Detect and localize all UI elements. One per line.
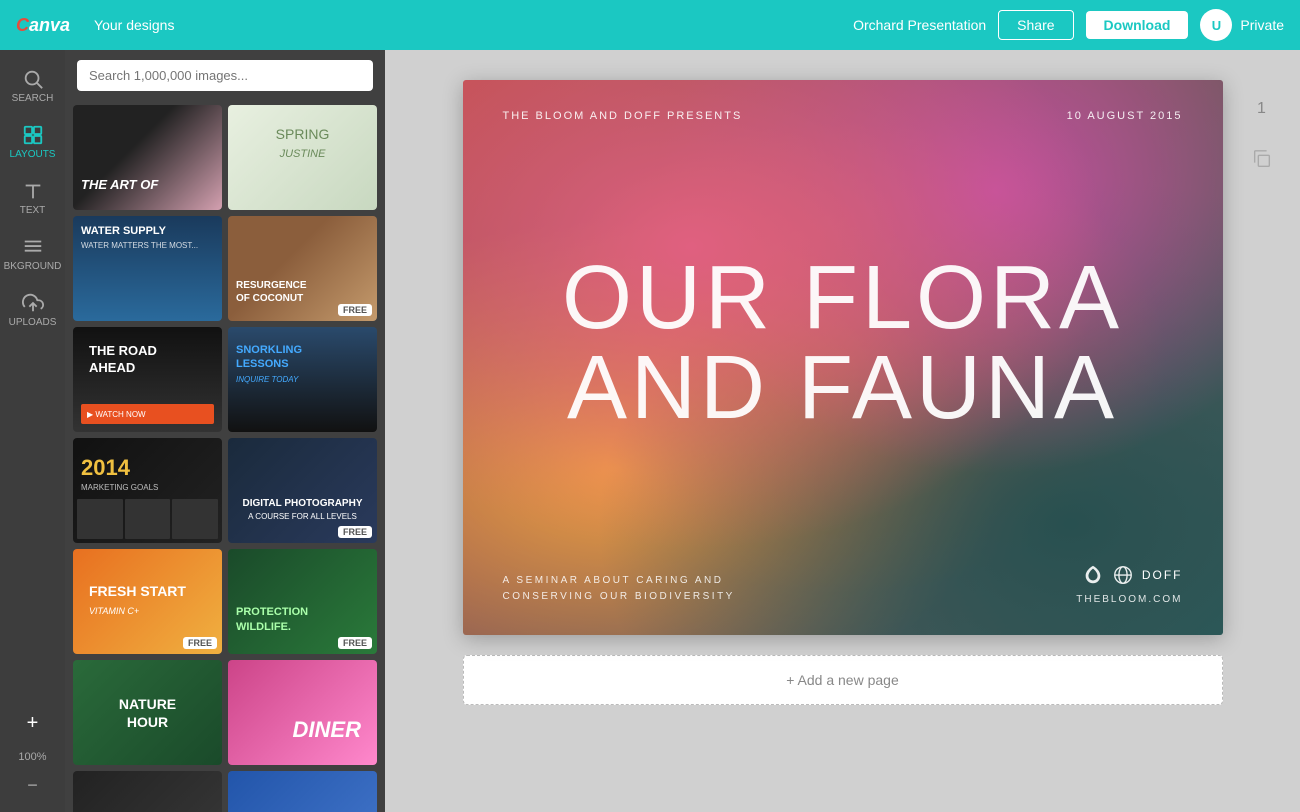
template-item[interactable]: BUSINESS bbox=[73, 771, 222, 812]
template-item[interactable]: 2014 MARKETING GOALS bbox=[73, 438, 222, 543]
icon-sidebar: SEARCH LAYOUTS TEXT BKGROUND bbox=[0, 50, 65, 812]
template-item[interactable]: NATUREHOUR bbox=[73, 660, 222, 765]
slide-right-panel: 1 bbox=[1251, 80, 1273, 175]
slide-subtitle: A SEMINAR ABOUT CARING AND CONSERVING OU… bbox=[503, 573, 735, 605]
template-item[interactable]: SNORKLINGLESSONSinquire today bbox=[228, 327, 377, 432]
template-item[interactable]: Diner bbox=[228, 660, 377, 765]
sidebar-item-uploads[interactable]: UPLOADS bbox=[0, 282, 65, 338]
zoom-minus-button[interactable]: − bbox=[27, 767, 38, 804]
your-designs-link[interactable]: Your designs bbox=[94, 17, 174, 33]
slide-container: THE BLOOM AND DOFF PRESENTS 10 AUGUST 20… bbox=[463, 80, 1223, 635]
zoom-level[interactable]: 100% bbox=[18, 747, 46, 767]
template-item[interactable]: THE ROADAHEAD ▶ WATCH NOW bbox=[73, 327, 222, 432]
download-button[interactable]: Download bbox=[1086, 11, 1189, 39]
slide[interactable]: THE BLOOM AND DOFF PRESENTS 10 AUGUST 20… bbox=[463, 80, 1223, 635]
template-item[interactable]: DIGITAL PHOTOGRAPHYA COURSE FOR ALL LEVE… bbox=[228, 438, 377, 543]
template-item[interactable]: NEW YORK bbox=[228, 771, 377, 812]
zoom-add-button[interactable]: + bbox=[0, 704, 65, 743]
main-content: SEARCH LAYOUTS TEXT BKGROUND bbox=[0, 50, 1300, 812]
sidebar-item-layouts[interactable]: LAYOUTS bbox=[0, 114, 65, 170]
canva-logo: Canva bbox=[16, 15, 70, 36]
topnav: Canva Your designs Orchard Presentation … bbox=[0, 0, 1300, 50]
templates-grid: The Art of SPRINGjustine WATER SUPPLYWat… bbox=[65, 101, 385, 812]
template-item[interactable]: The Art of bbox=[73, 105, 222, 210]
slide-date: 10 AUGUST 2015 bbox=[1067, 110, 1183, 122]
topnav-right: Orchard Presentation Share Download U Pr… bbox=[853, 9, 1284, 41]
template-item[interactable]: PROTECTIONWILDLIFE. FREE bbox=[228, 549, 377, 654]
globe-icon bbox=[1112, 564, 1134, 586]
sidebar-item-search[interactable]: SEARCH bbox=[0, 58, 65, 114]
slide-footer-icons: DOFF bbox=[1082, 564, 1183, 586]
privacy-label: Private bbox=[1240, 17, 1284, 33]
template-item[interactable]: SPRINGjustine bbox=[228, 105, 377, 210]
slide-content: THE BLOOM AND DOFF PRESENTS 10 AUGUST 20… bbox=[463, 80, 1223, 635]
brand-name: DOFF bbox=[1142, 568, 1183, 582]
avatar: U bbox=[1200, 9, 1232, 41]
privacy-toggle[interactable]: U Private bbox=[1200, 9, 1284, 41]
slide-title-text: OUR FLORA AND FAUNA bbox=[562, 253, 1123, 433]
duplicate-icon[interactable] bbox=[1251, 148, 1273, 175]
canvas-area: THE BLOOM AND DOFF PRESENTS 10 AUGUST 20… bbox=[385, 50, 1300, 812]
panel-sidebar: The Art of SPRINGjustine WATER SUPPLYWat… bbox=[65, 50, 385, 812]
slide-bottom: A SEMINAR ABOUT CARING AND CONSERVING OU… bbox=[503, 564, 1183, 605]
share-button[interactable]: Share bbox=[998, 10, 1073, 40]
template-item[interactable]: RESURGENCEOF COCONUT FREE bbox=[228, 216, 377, 321]
leaf-icon bbox=[1082, 564, 1104, 586]
slide-footer: DOFF bbox=[1082, 564, 1183, 586]
slide-top: THE BLOOM AND DOFF PRESENTS 10 AUGUST 20… bbox=[503, 110, 1183, 122]
add-page-button[interactable]: + Add a new page bbox=[463, 655, 1223, 705]
project-name[interactable]: Orchard Presentation bbox=[853, 17, 986, 33]
search-input[interactable] bbox=[77, 60, 373, 91]
slide-presenter: THE BLOOM AND DOFF PRESENTS bbox=[503, 110, 743, 122]
slide-title-area: OUR FLORA AND FAUNA bbox=[503, 122, 1183, 564]
template-item[interactable]: WATER SUPPLYWater matters the most... bbox=[73, 216, 222, 321]
sidebar-item-text[interactable]: TEXT bbox=[0, 170, 65, 226]
sidebar-item-background[interactable]: BKGROUND bbox=[0, 226, 65, 282]
slide-website: THEBLOOM.COM bbox=[1076, 594, 1182, 605]
template-item[interactable]: FRESH STARTVitamin C+ FREE bbox=[73, 549, 222, 654]
page-number: 1 bbox=[1257, 100, 1266, 118]
search-box bbox=[65, 50, 385, 101]
